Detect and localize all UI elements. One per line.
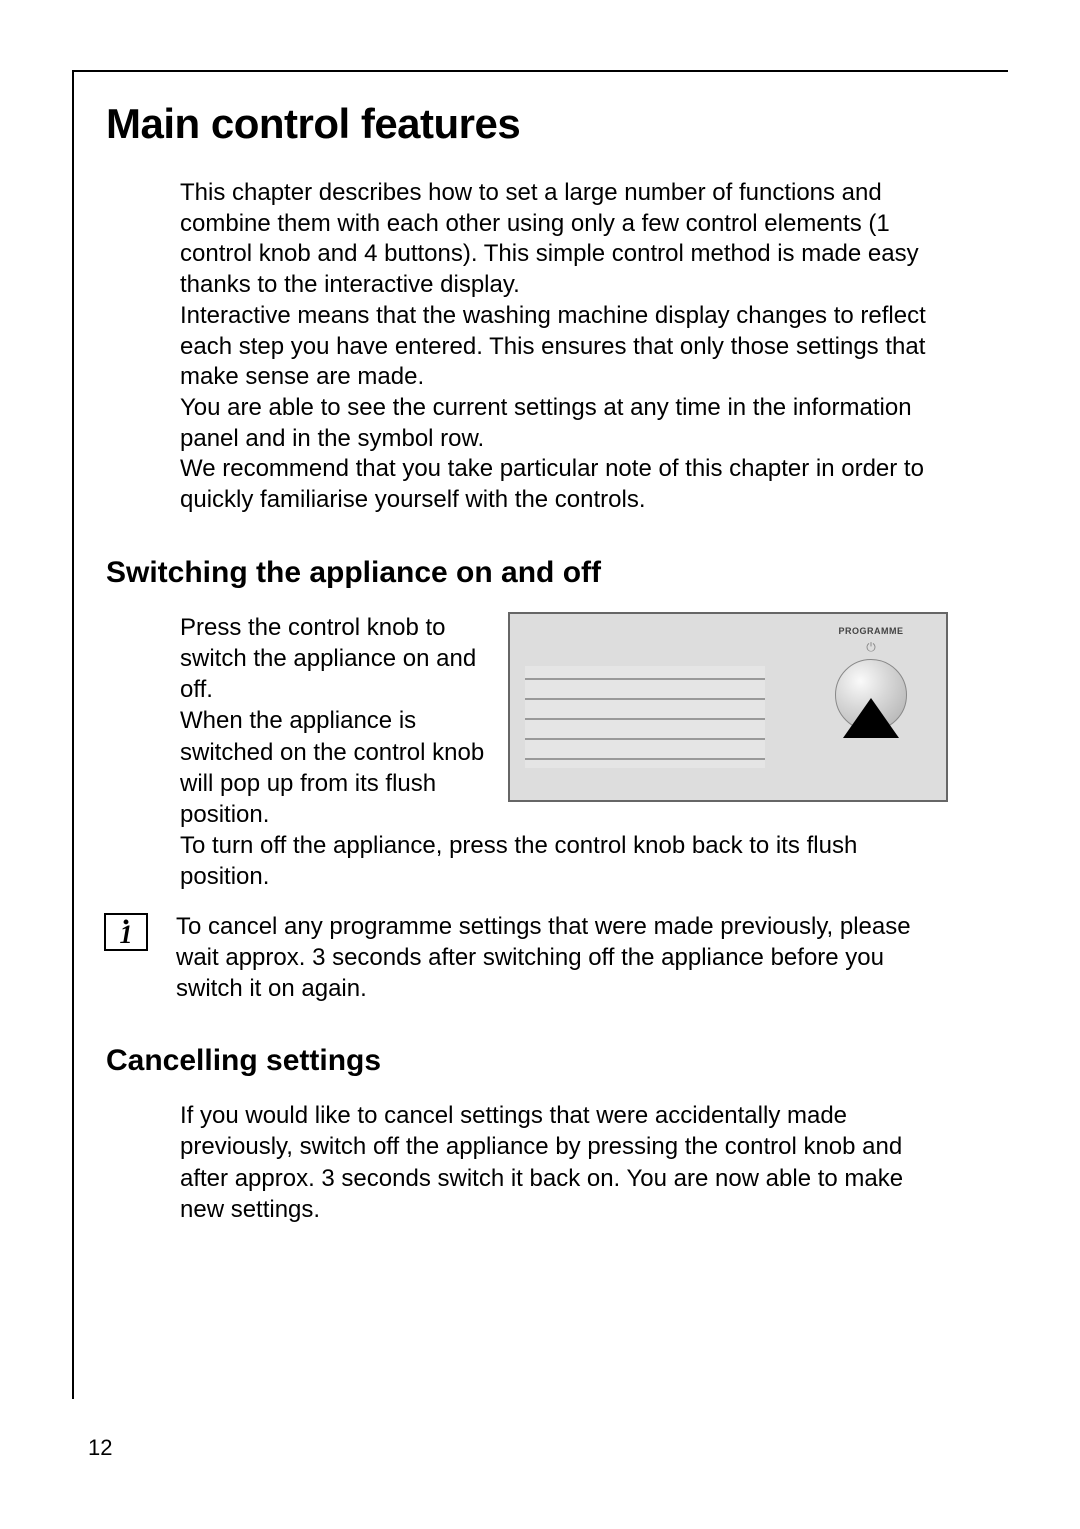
display-line [525,678,765,680]
knob-label: PROGRAMME [816,626,926,636]
switching-text-column: Press the control knob to switch the app… [180,612,488,830]
control-panel-figure: PROGRAMME ⏻ [508,612,948,802]
info-icon-letter: 1 [120,920,133,950]
display-panel-graphic [525,666,765,768]
page-number: 12 [88,1435,112,1461]
switching-row: Press the control knob to switch the app… [180,612,948,830]
display-line [525,698,765,700]
display-line [525,758,765,760]
display-line [525,718,765,720]
page-content: Main control features This chapter descr… [74,100,1008,1225]
control-knob-graphic [835,659,907,731]
switching-body-3: To turn off the appliance, press the con… [180,830,948,892]
intro-paragraph-3: You are able to see the current settings… [180,393,948,454]
page-title: Main control features [106,100,1008,148]
up-arrow-icon [843,698,899,738]
power-icon: ⏻ [816,640,926,655]
section-title-switching: Switching the appliance on and off [106,556,1008,590]
switching-body-2: When the appliance is switched on the co… [180,705,488,830]
switching-body-1: Press the control knob to switch the app… [180,612,488,706]
display-line [525,738,765,740]
intro-block: This chapter describes how to set a larg… [180,178,948,516]
section-title-cancelling: Cancelling settings [106,1044,1008,1078]
page-frame: Main control features This chapter descr… [72,70,1008,1399]
info-icon: 1 [104,913,148,951]
info-text: To cancel any programme settings that we… [176,911,948,1005]
info-row: 1 To cancel any programme settings that … [104,911,948,1005]
intro-paragraph-4: We recommend that you take particular no… [180,454,948,515]
knob-area: PROGRAMME ⏻ [816,626,926,731]
intro-paragraph-2: Interactive means that the washing machi… [180,301,948,393]
intro-paragraph-1: This chapter describes how to set a larg… [180,178,948,301]
cancelling-body: If you would like to cancel settings tha… [180,1100,948,1225]
